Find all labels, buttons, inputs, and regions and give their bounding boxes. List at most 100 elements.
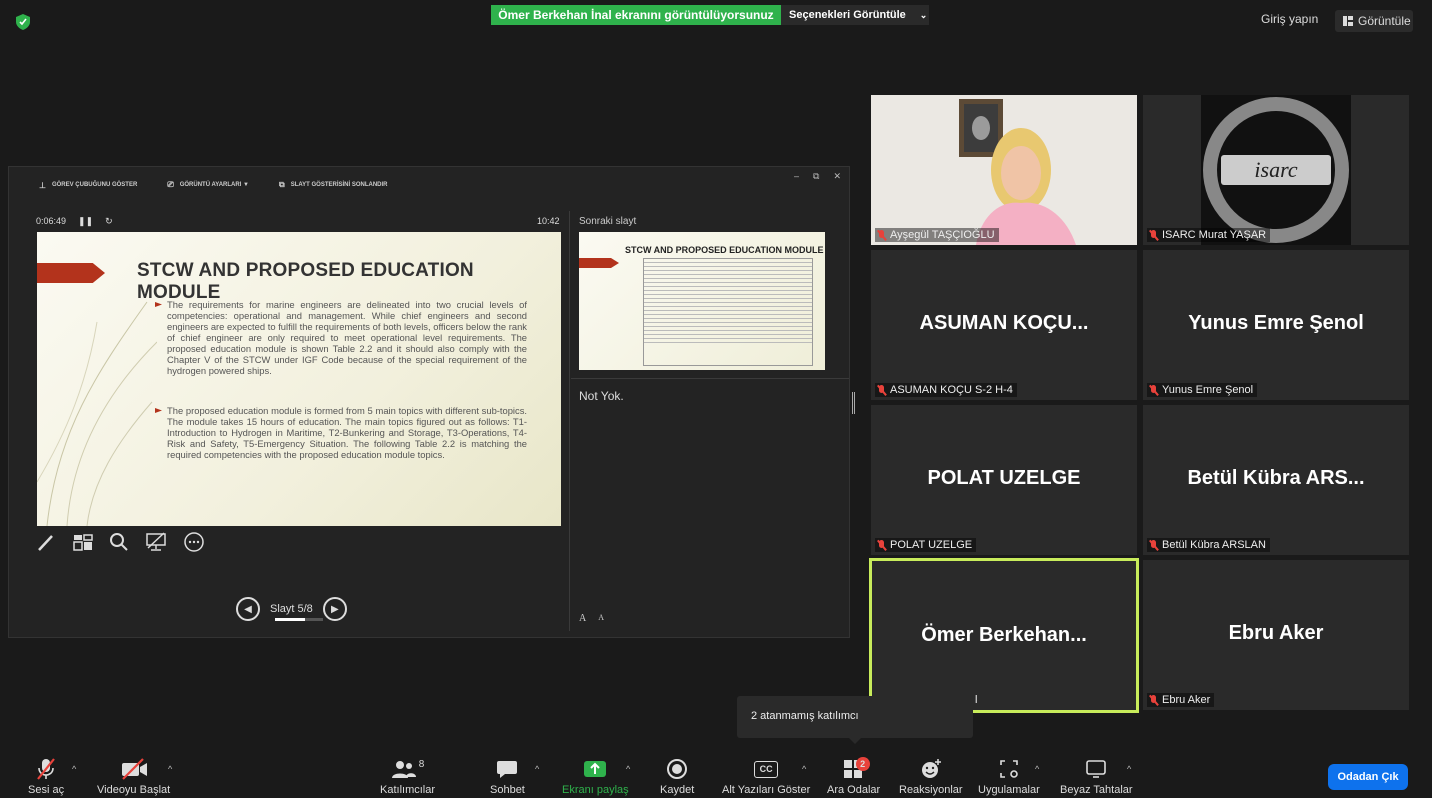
view-button[interactable]: Görüntüle xyxy=(1335,10,1413,32)
apps-button[interactable]: Uygulamalar xyxy=(978,757,1040,796)
next-slide-label: Sonraki slayt xyxy=(579,216,637,227)
participant-display-name: Ömer Berkehan... xyxy=(921,624,1087,646)
presenter-view-window: ⊥ GÖREV ÇUBUĞUNU GÖSTER ⎚ GÖRÜNTÜ AYARLA… xyxy=(8,166,850,638)
display-settings-label: GÖRÜNTÜ AYARLARI ▼ xyxy=(179,182,249,188)
participant-label: Yunus Emre Şenol xyxy=(1147,383,1258,397)
slide-title-arrow xyxy=(37,263,105,283)
presenter-toolbar: ⊥ GÖREV ÇUBUĞUNU GÖSTER ⎚ GÖRÜNTÜ AYARLA… xyxy=(9,175,849,195)
breakout-label: Ara Odalar xyxy=(827,784,881,796)
pause-icon[interactable]: ❚❚ xyxy=(78,216,93,227)
reset-icon[interactable]: ↻ xyxy=(105,216,113,227)
mic-off-icon xyxy=(1149,539,1158,551)
mic-off-icon xyxy=(37,758,55,780)
restore-icon[interactable]: ⧉ xyxy=(813,171,819,182)
share-screen-button[interactable]: Ekranı paylaş xyxy=(562,757,629,796)
slide-counter[interactable]: Slayt 5/8 xyxy=(270,603,313,615)
record-icon xyxy=(667,759,688,779)
mic-off-icon xyxy=(1149,229,1158,241)
end-slideshow-button[interactable]: ⧉ SLAYT GÖSTERİSİNİ SONLANDIR xyxy=(279,180,388,190)
video-tile[interactable]: ASUMAN KOÇU... ASUMAN KOÇU S-2 H-4 xyxy=(871,250,1137,400)
breakout-rooms-button[interactable]: 2 Ara Odalar xyxy=(827,757,880,796)
participant-label: ASUMAN KOÇU S-2 H-4 xyxy=(875,383,1017,397)
next-slide-button[interactable]: ▶ xyxy=(322,597,347,621)
show-taskbar-button[interactable]: ⊥ GÖREV ÇUBUĞUNU GÖSTER xyxy=(39,181,137,190)
participant-display-name: Betül Kübra ARS... xyxy=(1187,467,1365,489)
previous-slide-button[interactable]: ◀ xyxy=(236,597,260,621)
video-tile[interactable]: Ayşegül TAŞÇIOĞLU xyxy=(871,95,1137,245)
increase-font-button[interactable]: A xyxy=(579,613,586,624)
video-tile-active-speaker[interactable]: Ömer Berkehan... l xyxy=(869,558,1139,713)
next-slide-preview[interactable]: STCW AND PROPOSED EDUCATION MODULE xyxy=(579,232,825,370)
timer-value: 0:06:49 xyxy=(36,216,67,226)
slide-bullet: The proposed education module is formed … xyxy=(167,405,527,460)
splitter-handle[interactable] xyxy=(852,392,855,414)
participant-label: ISARC Murat YAŞAR xyxy=(1147,228,1271,242)
unmute-label: Sesi aç xyxy=(28,784,65,796)
reactions-button[interactable]: Reaksiyonlar xyxy=(899,757,963,796)
record-button[interactable]: Kaydet xyxy=(660,757,694,796)
minimize-icon[interactable]: – xyxy=(794,171,799,182)
participant-display-name: ASUMAN KOÇU... xyxy=(919,312,1089,334)
participants-button[interactable]: 8 Katılımcılar xyxy=(380,757,436,797)
chat-button[interactable]: Sohbet xyxy=(490,757,525,796)
display-settings-button[interactable]: ⎚ GÖRÜNTÜ AYARLARI ▼ xyxy=(167,180,249,190)
participant-name: l xyxy=(975,694,978,706)
whiteboards-button[interactable]: Beyaz Tahtalar xyxy=(1060,757,1133,796)
magnifier-icon[interactable] xyxy=(109,532,129,552)
apps-icon xyxy=(1000,760,1018,778)
participant-label: Ayşegül TAŞÇIOĞLU xyxy=(875,228,999,242)
apps-options-caret[interactable]: ^ xyxy=(1035,764,1039,774)
unmute-button[interactable]: Sesi aç xyxy=(28,757,64,796)
participant-display-name: Ebru Aker xyxy=(1228,622,1324,644)
captions-options-caret[interactable]: ^ xyxy=(802,764,806,774)
window-controls: – ⧉ ✕ xyxy=(794,171,841,182)
video-tile[interactable]: isarc ISARC Murat YAŞAR xyxy=(1143,95,1409,245)
participants-label: Katılımcılar xyxy=(380,784,436,796)
end-slideshow-label: SLAYT GÖSTERİSİNİ SONLANDIR xyxy=(290,182,388,188)
close-icon[interactable]: ✕ xyxy=(833,171,841,182)
participant-name: Betül Kübra ARSLAN xyxy=(1162,539,1266,551)
video-tile[interactable]: POLAT UZELGE POLAT UZELGE xyxy=(871,405,1137,555)
video-tile[interactable]: Betül Kübra ARS... Betül Kübra ARSLAN xyxy=(1143,405,1409,555)
participant-name: ISARC Murat YAŞAR xyxy=(1162,229,1267,241)
participant-name: Ebru Aker xyxy=(1162,694,1211,706)
share-banner-text: Ömer Berkehan İnal ekranını görüntülüyor… xyxy=(498,8,774,22)
pane-divider[interactable] xyxy=(569,211,570,631)
start-video-label: Videoyu Başlat xyxy=(97,784,171,796)
chat-label: Sohbet xyxy=(490,784,525,796)
layout-icon[interactable] xyxy=(73,532,93,552)
decrease-font-button[interactable]: A xyxy=(598,613,604,624)
share-options-caret[interactable]: ^ xyxy=(626,764,630,774)
participant-name: Ayşegül TAŞÇIOĞLU xyxy=(890,229,995,241)
video-tile[interactable]: Ebru Aker Ebru Aker xyxy=(1143,560,1409,710)
chevron-right-icon: ▶ xyxy=(330,603,339,615)
taskbar-label: GÖREV ÇUBUĞUNU GÖSTER xyxy=(51,182,138,188)
participant-label: Betül Kübra ARSLAN xyxy=(1147,538,1270,552)
captions-button[interactable]: CC Alt Yazıları Göster xyxy=(722,757,810,796)
leave-room-button[interactable]: Odadan Çık xyxy=(1328,764,1408,790)
start-video-button[interactable]: Videoyu Başlat xyxy=(97,757,170,796)
reactions-label: Reaksiyonlar xyxy=(899,784,963,796)
next-slide-table xyxy=(643,258,813,366)
participants-icon xyxy=(391,761,416,778)
audio-options-caret[interactable]: ^ xyxy=(72,764,76,774)
mic-off-icon xyxy=(1149,694,1158,706)
screen-share-banner: Ömer Berkehan İnal ekranını görüntülüyor… xyxy=(491,5,781,25)
mic-off-icon xyxy=(877,384,886,396)
next-slide-arrow xyxy=(579,258,619,268)
participant-video xyxy=(871,95,1137,245)
pen-icon[interactable] xyxy=(37,532,57,552)
whiteboard-options-caret[interactable]: ^ xyxy=(1127,764,1131,774)
video-tile[interactable]: Yunus Emre Şenol Yunus Emre Şenol xyxy=(1143,250,1409,400)
video-options-caret[interactable]: ^ xyxy=(168,764,172,774)
breakout-tooltip: 2 atanmamış katılımcı xyxy=(737,696,973,744)
font-size-controls: A A xyxy=(579,613,604,624)
slide-bullet: The requirements for marine engineers ar… xyxy=(167,299,527,376)
chat-options-caret[interactable]: ^ xyxy=(535,764,539,774)
more-icon[interactable] xyxy=(183,531,205,553)
sign-in-link[interactable]: Giriş yapın xyxy=(1261,12,1318,26)
screen-off-icon[interactable] xyxy=(145,532,167,552)
view-options-button[interactable]: Seçenekleri Görüntüle ⌄ xyxy=(781,5,929,25)
shield-icon[interactable] xyxy=(16,14,30,30)
mic-off-icon xyxy=(877,539,886,551)
